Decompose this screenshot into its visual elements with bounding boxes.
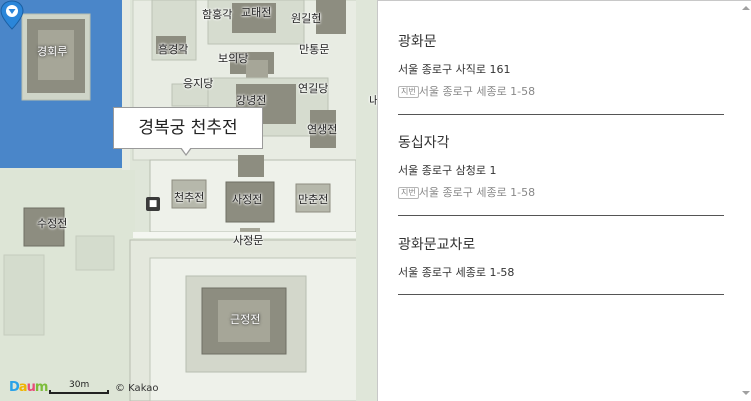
label-wonguljeon: 원길헌 xyxy=(291,12,322,25)
label-yeongildang: 연길당 xyxy=(298,82,329,95)
scroll-up-icon[interactable] xyxy=(742,6,750,10)
label-gyeonghoeru: 경회루 xyxy=(37,45,68,58)
label-mantongmun: 만통문 xyxy=(299,43,330,56)
search-results-panel: 광화문 서울 종로구 사직로 161 지번 서울 종로구 세종로 1-58 동십자… xyxy=(377,0,751,401)
label-sajeongmun: 사정문 xyxy=(233,234,264,247)
label-hamhongak: 함홍각 xyxy=(202,8,233,21)
map-view[interactable]: 경회루 함홍각 교태전 원길헌 흠경각 보의당 만통문 응지당 강녕전 연길당 … xyxy=(0,0,377,401)
scale-bar-line xyxy=(49,390,109,394)
logo-letter-m: m xyxy=(34,380,49,395)
result-divider xyxy=(398,215,724,216)
scale-bar: 30m xyxy=(49,380,109,394)
result-jibun-address: 서울 종로구 세종로 1-58 xyxy=(418,186,536,199)
label-cheonchujeon: 천추전 xyxy=(174,191,205,204)
panel-scrollbar[interactable] xyxy=(741,1,751,400)
logo-letter-u: u xyxy=(26,380,36,395)
result-name[interactable]: 동십자각 xyxy=(398,134,724,152)
result-divider xyxy=(398,114,724,115)
label-eungjidang: 응지당 xyxy=(183,77,214,90)
label-gyotaejeon: 교태전 xyxy=(241,6,272,19)
scale-label: 30m xyxy=(69,380,90,390)
result-jibun-address-row: 지번 서울 종로구 세종로 1-58 xyxy=(398,186,724,200)
infobox-tail-inner xyxy=(181,147,191,154)
location-pin-icon[interactable] xyxy=(0,0,24,30)
result-road-address: 서울 종로구 삼청로 1 xyxy=(398,164,497,177)
result-item[interactable]: 광화문교차로 서울 종로구 세종로 1-58 xyxy=(398,236,724,280)
label-heumgyeonggak: 흠경각 xyxy=(158,43,189,56)
result-divider xyxy=(398,294,724,295)
jibun-badge: 지번 xyxy=(398,187,419,199)
place-infobox[interactable]: 경복궁 천추전 xyxy=(113,107,263,149)
logo-letter-d: D xyxy=(9,380,20,395)
result-item[interactable]: 광화문 서울 종로구 사직로 161 지번 서울 종로구 세종로 1-58 xyxy=(398,33,724,99)
label-sajeongjeon: 사정전 xyxy=(232,193,263,206)
result-name[interactable]: 광화문 xyxy=(398,33,724,51)
result-jibun-address: 서울 종로구 세종로 1-58 xyxy=(418,85,536,98)
result-road-address: 서울 종로구 세종로 1-58 xyxy=(398,266,515,279)
label-yeonsaengjeon: 연생전 xyxy=(307,123,338,136)
label-sujeongjeon: 수정전 xyxy=(37,217,68,230)
scroll-down-icon[interactable] xyxy=(742,391,750,395)
jibun-badge: 지번 xyxy=(398,86,419,98)
result-name[interactable]: 광화문교차로 xyxy=(398,236,724,254)
label-nae: 내 xyxy=(369,94,377,107)
cctv-icon[interactable]: ■ xyxy=(146,197,160,211)
label-boeuidang: 보의당 xyxy=(218,52,249,65)
result-road-address: 서울 종로구 사직로 161 xyxy=(398,63,511,76)
daum-logo: Daum xyxy=(9,380,49,395)
label-gangnyeongjeon: 강녕전 xyxy=(236,94,267,107)
logo-letter-a: a xyxy=(18,380,28,395)
label-manchunjeon: 만춘전 xyxy=(298,193,329,206)
result-item[interactable]: 동십자각 서울 종로구 삼청로 1 지번 서울 종로구 세종로 1-58 xyxy=(398,134,724,200)
map-copyright: © Kakao xyxy=(115,383,159,394)
result-jibun-address-row: 지번 서울 종로구 세종로 1-58 xyxy=(398,85,724,99)
label-geunjeongjeon: 근정전 xyxy=(230,313,261,326)
